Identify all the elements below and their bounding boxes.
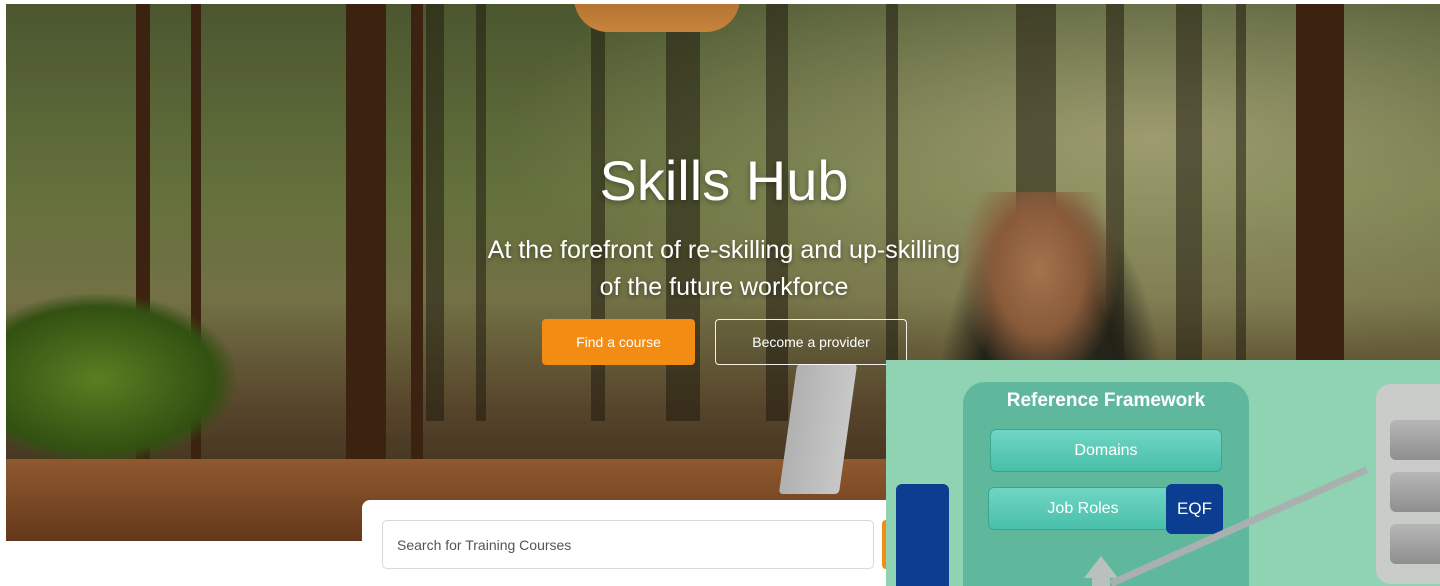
hero-subtitle-line-2: of the future workforce bbox=[599, 273, 849, 301]
eqf-badge: EQF bbox=[1166, 484, 1223, 534]
page-title: Skills Hub bbox=[599, 149, 849, 212]
find-a-course-button[interactable]: Find a course bbox=[542, 319, 695, 365]
framework-item-domains: Domains bbox=[990, 429, 1222, 472]
become-a-provider-button[interactable]: Become a provider bbox=[715, 319, 907, 365]
side-panel-item bbox=[1390, 472, 1440, 512]
arrow-up-icon bbox=[1084, 556, 1118, 578]
side-panel-item bbox=[1390, 420, 1440, 460]
reference-framework-diagram: Reference Framework Domains Job Roles EQ… bbox=[886, 360, 1440, 586]
side-panel-item bbox=[1390, 524, 1440, 564]
search-input[interactable] bbox=[382, 520, 874, 569]
framework-side-bar bbox=[896, 484, 949, 586]
framework-item-job-roles: Job Roles bbox=[988, 487, 1178, 530]
reference-framework-title: Reference Framework bbox=[1006, 390, 1206, 411]
hero-subtitle: At the forefront of re-skilling and up-s… bbox=[0, 232, 1440, 306]
hero-subtitle-line-1: At the forefront of re-skilling and up-s… bbox=[487, 236, 961, 264]
